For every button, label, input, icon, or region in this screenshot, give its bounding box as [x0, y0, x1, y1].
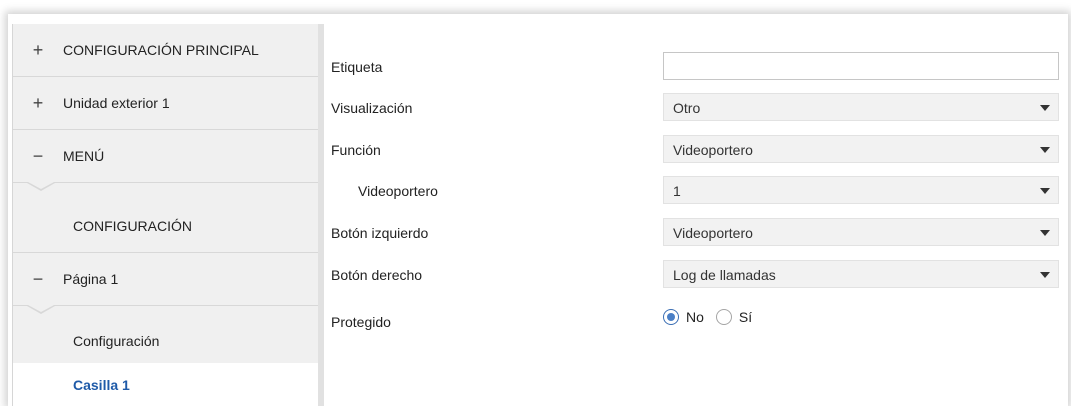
row-boton-derecho: Botón derecho Log de llamadas [324, 260, 1063, 290]
row-videoportero: Videoportero 1 [324, 176, 1063, 206]
radio-si-label[interactable]: Sí [739, 309, 752, 325]
collapse-icon[interactable]: − [13, 269, 63, 290]
funcion-select[interactable]: Videoportero [663, 135, 1059, 163]
sidebar-item-unidad-exterior-1[interactable]: + Unidad exterior 1 [13, 77, 318, 130]
radio-no[interactable] [663, 309, 679, 325]
sidebar-item-pagina-1[interactable]: − Página 1 [13, 253, 318, 306]
boton-izquierdo-label: Botón izquierdo [331, 225, 429, 241]
sidebar-item-label: MENÚ [63, 148, 105, 164]
visualizacion-select[interactable]: Otro [663, 93, 1059, 121]
sidebar-item-configuracion-pagina[interactable]: Configuración [13, 318, 318, 363]
radio-no-label[interactable]: No [686, 309, 704, 325]
expand-icon[interactable]: + [13, 40, 63, 61]
row-protegido: Protegido No Sí [324, 307, 1063, 337]
chevron-down-icon [1040, 272, 1050, 278]
row-etiqueta: Etiqueta [324, 52, 1063, 82]
chevron-down-icon [1040, 147, 1050, 153]
sidebar-item-configuracion[interactable]: CONFIGURACIÓN [13, 200, 318, 253]
tree-notch-icon [27, 305, 55, 314]
sidebar-item-casilla-1[interactable]: Casilla 1 [13, 363, 318, 406]
boton-derecho-value: Log de llamadas [673, 267, 776, 283]
sidebar-item-label: CONFIGURACIÓN PRINCIPAL [63, 42, 259, 58]
chevron-down-icon [1040, 188, 1050, 194]
protegido-label: Protegido [331, 314, 391, 330]
radio-si[interactable] [715, 309, 732, 325]
boton-izquierdo-select[interactable]: Videoportero [663, 218, 1059, 246]
sidebar-item-configuracion-principal[interactable]: + CONFIGURACIÓN PRINCIPAL [13, 24, 318, 77]
boton-derecho-select[interactable]: Log de llamadas [663, 260, 1059, 288]
row-boton-izquierdo: Botón izquierdo Videoportero [324, 218, 1063, 248]
boton-derecho-label: Botón derecho [331, 267, 423, 283]
chevron-down-icon [1040, 230, 1050, 236]
funcion-value: Videoportero [673, 142, 753, 158]
parameters-window: + CONFIGURACIÓN PRINCIPAL + Unidad exter… [12, 24, 1063, 406]
sidebar: + CONFIGURACIÓN PRINCIPAL + Unidad exter… [13, 24, 324, 406]
row-funcion: Función Videoportero [324, 135, 1063, 165]
protegido-radio-group: No Sí [663, 309, 764, 325]
visualizacion-label: Visualización [331, 100, 413, 116]
videoportero-label: Videoportero [358, 183, 438, 199]
videoportero-select[interactable]: 1 [663, 176, 1059, 204]
sidebar-item-label: Unidad exterior 1 [63, 95, 170, 111]
parameters-panel: Etiqueta Visualización Otro Función Vide… [324, 24, 1063, 406]
sidebar-item-label: Configuración [73, 332, 160, 349]
sidebar-item-label: CONFIGURACIÓN [73, 218, 192, 234]
visualizacion-value: Otro [673, 100, 701, 116]
sidebar-item-menu[interactable]: − MENÚ [13, 130, 318, 183]
etiqueta-input[interactable] [663, 52, 1059, 80]
row-visualizacion: Visualización Otro [324, 93, 1063, 123]
funcion-label: Función [331, 142, 381, 158]
sidebar-item-label: Página 1 [63, 271, 119, 287]
etiqueta-label: Etiqueta [331, 59, 383, 75]
videoportero-value: 1 [673, 183, 681, 199]
sidebar-item-label: Casilla 1 [73, 376, 130, 393]
chevron-down-icon [1040, 105, 1050, 111]
expand-icon[interactable]: + [13, 93, 63, 114]
tree-notch-icon [27, 182, 55, 191]
boton-izquierdo-value: Videoportero [673, 225, 753, 241]
collapse-icon[interactable]: − [13, 146, 63, 167]
